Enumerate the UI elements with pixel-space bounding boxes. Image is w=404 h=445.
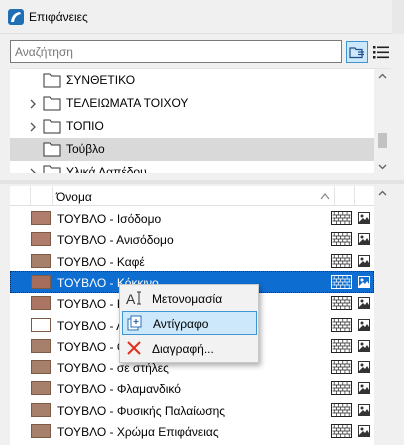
list-row-label: ΤΟΥΒΛΟ - Ανισόδομο [57,233,174,247]
texture-preview-icon[interactable] [358,382,370,394]
list-row[interactable]: ΤΟΥΒΛΟ - Φυσικής Παλαίωσης [10,399,374,421]
tree-item-selected[interactable]: Τούβλο [10,138,374,161]
brick-hatch-icon [331,339,352,353]
folder-icon [43,96,61,111]
color-swatch [31,275,51,289]
folder-view-button[interactable] [346,41,368,63]
tree-item-label: ΤΟΠΙΟ [66,119,104,133]
list-scrollbar[interactable] [374,186,391,445]
window-edge [392,0,404,34]
color-swatch [31,232,51,246]
tree-item[interactable]: ΤΟΠΙΟ [10,115,374,138]
brick-hatch-icon [331,254,352,268]
list-row-label: ΤΟΥΒΛΟ - Καφέ [57,255,145,269]
color-swatch [31,318,51,332]
list-row[interactable]: ΤΟΥΒΛΟ - Ανισόδομο [10,228,374,250]
brick-hatch-icon [331,318,352,332]
tree-item[interactable]: Υλικά Δαπέδου [10,161,374,173]
folder-icon [43,142,61,157]
list-view-icon [373,46,389,59]
brick-hatch-icon [331,360,352,374]
brick-hatch-icon [331,211,352,225]
menu-item-label: Αντίγραφο [153,317,209,331]
rename-icon: A [126,291,141,306]
tree-scrollbar[interactable] [374,69,391,173]
list-row-label: ΤΟΥΒΛΟ - Φυσικής Παλαίωσης [57,404,226,418]
texture-preview-icon[interactable] [358,212,370,224]
folder-icon [43,119,61,134]
tree-item[interactable]: ΣΥΝΘΕΤΙΚΟ [10,69,374,92]
search-input[interactable] [11,41,341,62]
menu-item-label: Διαγραφή... [152,342,214,356]
brick-hatch-icon [331,381,352,395]
texture-preview-icon[interactable] [358,319,370,331]
list-row-label: ΤΟΥΒΛΟ - Χρώμα Επιφάνειας [57,425,219,439]
brick-hatch-icon [331,296,352,310]
menu-item-duplicate[interactable]: Αντίγραφο [122,311,257,335]
folder-tree: ΣΥΝΘΕΤΙΚΟ ΤΕΛΕΙΩΜΑΤΑ ΤΟΙΧΟΥ ΤΟΠΙΟ Τούβλο… [10,68,391,173]
chevron-right-icon[interactable] [27,98,39,110]
sort-ascending-icon [320,193,330,200]
menu-item-delete[interactable]: Διαγραφή... [122,337,257,361]
list-row-label: ΤΟΥΒΛΟ - Φλαμανδικό [57,382,181,396]
context-menu: A Μετονομασία Αντίγραφο Διαγραφή... [119,284,259,363]
chevron-right-icon[interactable] [27,167,39,173]
menu-item-rename[interactable]: A Μετονομασία [122,287,257,311]
column-header-name[interactable]: Όνομα [56,190,92,204]
delete-icon [127,341,141,355]
list-row[interactable]: ΤΟΥΒΛΟ - Χρώμα Επιφάνειας [10,420,374,442]
scroll-up-arrow-icon[interactable] [378,72,387,81]
tree-item-label: ΤΕΛΕΙΩΜΑΤΑ ΤΟΙΧΟΥ [66,96,189,110]
texture-preview-icon[interactable] [358,297,370,309]
chevron-right-icon[interactable] [27,121,39,133]
color-swatch [31,360,51,374]
texture-preview-icon[interactable] [358,340,370,352]
list-header: Όνομα [10,186,374,206]
folder-view-icon [349,47,364,59]
color-swatch [31,296,51,310]
folder-icon [43,73,61,88]
menu-item-label: Μετονομασία [152,292,223,306]
column-separator [354,186,355,206]
tree-item-label: Τούβλο [66,142,105,156]
list-view-button[interactable] [370,41,392,63]
panel-splitter[interactable] [0,180,404,184]
archicad-icon [8,9,24,25]
list-row-label: ΤΟΥΒΛΟ - σε στήλες [57,361,169,375]
color-swatch [31,254,51,268]
list-row[interactable]: ΤΟΥΒΛΟ - Φλαμανδικό [10,377,374,399]
search-box[interactable] [10,40,342,63]
tree-item[interactable]: ΤΕΛΕΙΩΜΑΤΑ ΤΟΙΧΟΥ [10,92,374,115]
window-title: Επιφάνειες [29,10,88,24]
scrollbar-thumb[interactable] [378,133,387,148]
column-header-swatch[interactable] [30,186,53,206]
color-swatch [31,339,51,353]
brick-hatch-icon [331,232,352,246]
texture-preview-icon[interactable] [358,255,370,267]
scroll-down-arrow-icon[interactable] [378,162,387,171]
texture-preview-icon[interactable] [358,361,370,373]
tree-item-label: ΣΥΝΘΕΤΙΚΟ [66,73,136,87]
brick-hatch-icon [331,424,352,438]
list-row[interactable]: ΤΟΥΒΛΟ - Ισόδομο [10,207,374,229]
svg-text:A: A [126,291,136,306]
color-swatch [31,403,51,417]
tree-item-label: Υλικά Δαπέδου [66,165,147,173]
duplicate-icon [127,315,142,331]
texture-preview-icon[interactable] [358,404,370,416]
brick-hatch-icon [331,403,352,417]
list-row[interactable]: ΤΟΥΒΛΟ - Καφέ [10,250,374,272]
texture-preview-icon[interactable] [358,233,370,245]
column-separator [334,186,335,206]
color-swatch [31,211,51,225]
list-row-label: ΤΟΥΒΛΟ - Ισόδομο [57,212,162,226]
texture-preview-icon[interactable] [358,276,370,288]
title-bar: Επιφάνειες [0,0,404,34]
brick-hatch-icon [331,275,352,289]
color-swatch [31,381,51,395]
texture-preview-icon[interactable] [358,425,370,437]
color-swatch [31,424,51,438]
folder-icon [43,165,61,173]
scroll-up-arrow-icon[interactable] [378,189,387,198]
